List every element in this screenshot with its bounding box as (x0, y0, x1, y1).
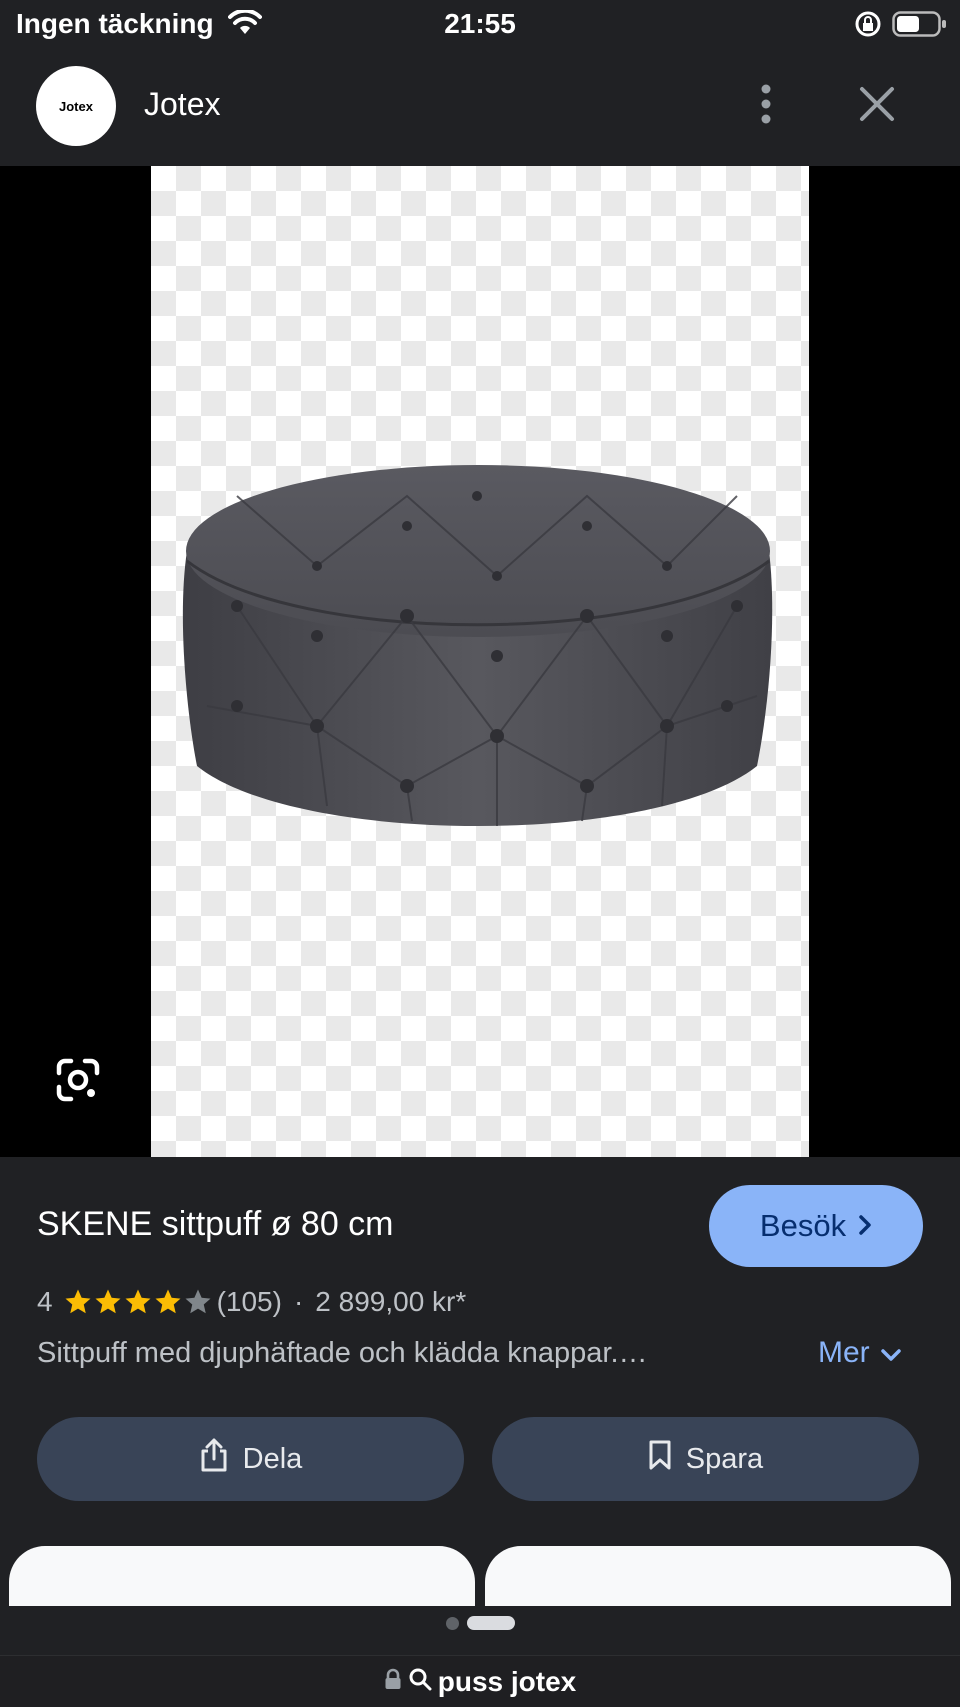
star-icon (155, 1289, 181, 1314)
share-button[interactable]: Dela (37, 1417, 464, 1501)
lock-icon (384, 1668, 402, 1695)
rating-price-row: 4 (105) · 2 899,00 kr* (37, 1284, 466, 1320)
address-bar[interactable]: puss jotex (0, 1655, 960, 1707)
url-text: puss jotex (437, 1665, 577, 1697)
page-dot-active[interactable] (466, 1616, 515, 1630)
header: Jotex Jotex (0, 50, 960, 166)
product-image[interactable] (151, 166, 809, 1157)
related-card[interactable] (485, 1546, 951, 1606)
product-title: SKENE sittpuff ø 80 cm (37, 1205, 394, 1243)
battery-icon (892, 10, 948, 43)
rotation-lock-icon (854, 10, 882, 43)
more-button[interactable]: Mer (818, 1336, 902, 1370)
share-icon (199, 1437, 229, 1481)
star-rating (63, 1287, 213, 1317)
search-icon (408, 1667, 432, 1696)
related-card[interactable] (9, 1546, 475, 1606)
price: 2 899,00 kr* (315, 1286, 467, 1317)
more-vert-icon[interactable] (744, 78, 788, 130)
page-dot[interactable] (445, 1616, 459, 1630)
chevron-down-icon (880, 1336, 902, 1370)
bookmark-icon (648, 1439, 672, 1479)
separator: · (293, 1286, 304, 1317)
google-lens-icon[interactable] (52, 1054, 104, 1106)
star-icon (65, 1289, 91, 1314)
pouf-illustration (182, 465, 773, 826)
star-icon (125, 1289, 151, 1314)
product-description: Sittpuff med djuphäftade och klädda knap… (37, 1337, 648, 1369)
rating-value: 4 (37, 1286, 53, 1317)
save-button[interactable]: Spara (492, 1417, 919, 1501)
site-logo[interactable]: Jotex (36, 66, 116, 146)
status-bar: Ingen täckning 21:55 (0, 0, 960, 50)
review-count[interactable]: (105) (217, 1286, 282, 1318)
page-indicator (0, 1616, 960, 1630)
chevron-right-icon (858, 1208, 872, 1244)
image-viewer (0, 166, 960, 1157)
close-icon[interactable] (852, 78, 902, 130)
clock: 21:55 (444, 8, 516, 39)
visit-button[interactable]: Besök (709, 1185, 923, 1267)
more-label: Mer (818, 1336, 870, 1369)
star-empty-icon (185, 1289, 211, 1314)
share-label: Dela (242, 1442, 303, 1475)
save-label: Spara (685, 1442, 764, 1475)
visit-button-label: Besök (759, 1208, 847, 1243)
site-name: Jotex (144, 86, 221, 122)
star-icon (95, 1289, 121, 1314)
